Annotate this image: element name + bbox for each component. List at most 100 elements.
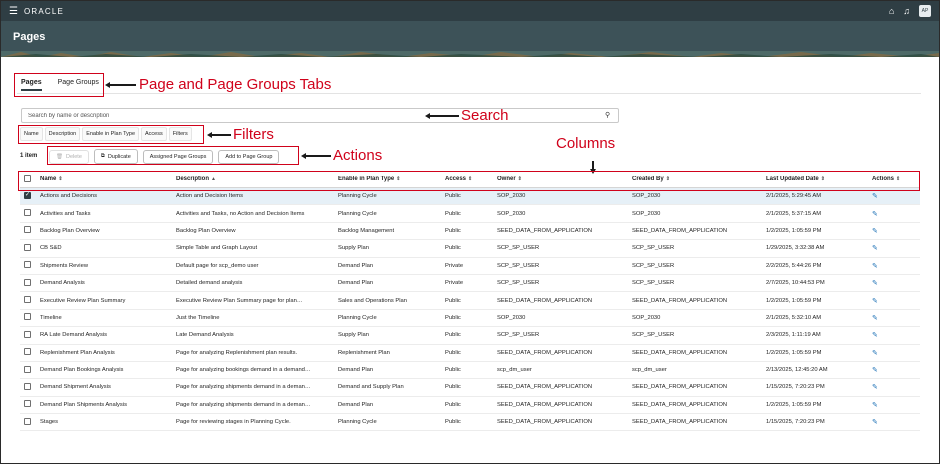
hamburger-icon[interactable]: ☰ [9,6,18,17]
row-actions-cell: ✎ [872,192,920,200]
pencil-icon[interactable]: ✎ [872,402,878,409]
table-row[interactable]: Timeline Just the Timeline Planning Cycle P… [20,310,920,328]
table-row[interactable]: Activities and Tasks Activities and Tasks… [20,205,920,223]
row-actions-cell: ✎ [872,331,920,339]
row-select-cell [20,191,40,201]
cell-name: Demand Analysis [40,280,85,287]
table-row[interactable]: Demand Plan Shipments Analysis Page for a… [20,397,920,415]
row-checkbox[interactable] [24,261,31,269]
home-icon[interactable]: ⌂ [889,6,894,16]
table-row[interactable]: Demand Plan Bookings Analysis Page for an… [20,362,920,380]
oracle-logo[interactable]: ORACLE [24,7,64,16]
pencil-icon[interactable]: ✎ [872,245,878,252]
row-checkbox[interactable] [24,296,31,304]
cell-name: Backlog Plan Overview [40,227,100,234]
cell-access: Public [445,314,461,321]
pencil-icon[interactable]: ✎ [872,384,878,391]
cell-created-by: SEED_DATA_FROM_APPLICATION [632,384,728,391]
pencil-icon[interactable]: ✎ [872,263,878,270]
cell-plan-type: Supply Plan [338,245,369,252]
cell-created-by: SCP_SP_USER [632,280,675,287]
cell-created-by: SEED_DATA_FROM_APPLICATION [632,297,728,304]
cell-access: Public [445,193,461,200]
cell-description: Executive Review Plan Summary page for p… [176,297,303,304]
cell-last-updated: 2/1/2025, 5:37:15 AM [766,210,822,217]
row-checkbox[interactable] [24,400,31,408]
cell-owner: SOP_2030 [497,210,526,217]
search-icon[interactable]: ⚲ [605,111,610,119]
cell-name: RA Late Demand Analysis [40,332,108,339]
table-row[interactable]: Executive Review Plan Summary Executive R… [20,292,920,310]
bell-icon[interactable]: ♫ [903,6,910,16]
cell-description: Page for analyzing bookings demand in a … [176,367,311,374]
row-checkbox[interactable] [24,278,31,286]
avatar[interactable]: AP [919,5,931,17]
pencil-icon[interactable]: ✎ [872,367,878,374]
global-header: ☰ ORACLE ⌂ ♫ AP [1,1,939,21]
cell-last-updated: 1/2/2025, 1:05:59 PM [766,349,822,356]
cell-plan-type: Demand Plan [338,367,374,374]
cell-owner: scp_dm_user [497,367,532,374]
row-checkbox[interactable] [24,243,31,251]
cell-last-updated: 2/3/2025, 1:11:19 AM [766,332,821,339]
table-row[interactable]: Backlog Plan Overview Backlog Plan Overvi… [20,223,920,241]
cell-created-by: SEED_DATA_FROM_APPLICATION [632,349,728,356]
table-row[interactable]: Demand Shipment Analysis Page for analyzi… [20,379,920,397]
cell-created-by: SOP_2030 [632,193,661,200]
row-select-cell [20,313,40,322]
cell-plan-type: Planning Cycle [338,193,377,200]
actions-callout-line [305,155,331,157]
cell-owner: SEED_DATA_FROM_APPLICATION [497,401,593,408]
row-checkbox[interactable] [24,191,31,199]
pencil-icon[interactable]: ✎ [872,350,878,357]
pencil-icon[interactable]: ✎ [872,211,878,218]
search-input[interactable] [21,108,619,123]
cell-last-updated: 2/7/2025, 10:44:53 PM [766,280,825,287]
cell-name: Activities and Tasks [40,210,91,217]
row-actions-cell: ✎ [872,314,920,322]
cell-name: Replenishment Plan Analysis [40,349,115,356]
pencil-icon[interactable]: ✎ [872,193,878,200]
cell-description: Detailed demand analysis [176,280,243,287]
pencil-icon[interactable]: ✎ [872,419,878,426]
cell-access: Public [445,349,461,356]
pencil-icon[interactable]: ✎ [872,315,878,322]
cell-owner: SOP_2030 [497,314,526,321]
cell-access: Public [445,297,461,304]
table-row[interactable]: CB S&D Simple Table and Graph Layout Suppl… [20,240,920,258]
filters-callout-line [211,134,231,136]
table-row[interactable]: Replenishment Plan Analysis Page for anal… [20,345,920,362]
cell-description: Page for reviewing stages in Planning Cy… [176,419,291,426]
row-actions-cell: ✎ [872,418,920,426]
row-checkbox[interactable] [24,226,31,234]
row-checkbox[interactable] [24,313,31,321]
table-row[interactable]: Stages Page for reviewing stages in Plann… [20,414,920,432]
row-checkbox[interactable] [24,348,31,356]
cell-owner: SCP_SP_USER [497,262,540,269]
row-actions-cell: ✎ [872,401,920,409]
columns-annotation: Columns [556,135,616,152]
row-checkbox[interactable] [24,417,31,425]
row-checkbox[interactable] [24,209,31,217]
cell-last-updated: 2/2/2025, 5:44:26 PM [766,262,822,269]
table-row[interactable]: Shipments Review Default page for scp_dem… [20,258,920,275]
pencil-icon[interactable]: ✎ [872,298,878,305]
row-select-cell [20,365,40,375]
cell-access: Public [445,210,461,217]
row-checkbox[interactable] [24,365,31,373]
row-actions-cell: ✎ [872,227,920,235]
row-actions-cell: ✎ [872,349,920,357]
row-checkbox[interactable] [24,382,31,390]
table-row[interactable]: Demand Analysis Detailed demand analysis D… [20,275,920,293]
row-actions-cell: ✎ [872,366,920,374]
item-count: 1 item [20,153,38,159]
cell-last-updated: 2/1/2025, 5:29:45 AM [766,193,822,200]
row-checkbox[interactable] [24,330,31,338]
pencil-icon[interactable]: ✎ [872,280,878,287]
cell-description: Page for analyzing shipments demand in a… [176,384,311,391]
row-select-cell [20,417,40,427]
pencil-icon[interactable]: ✎ [872,228,878,235]
cell-plan-type: Sales and Operations Plan [338,297,407,304]
table-row[interactable]: RA Late Demand Analysis Late Demand Analy… [20,327,920,345]
pencil-icon[interactable]: ✎ [872,332,878,339]
